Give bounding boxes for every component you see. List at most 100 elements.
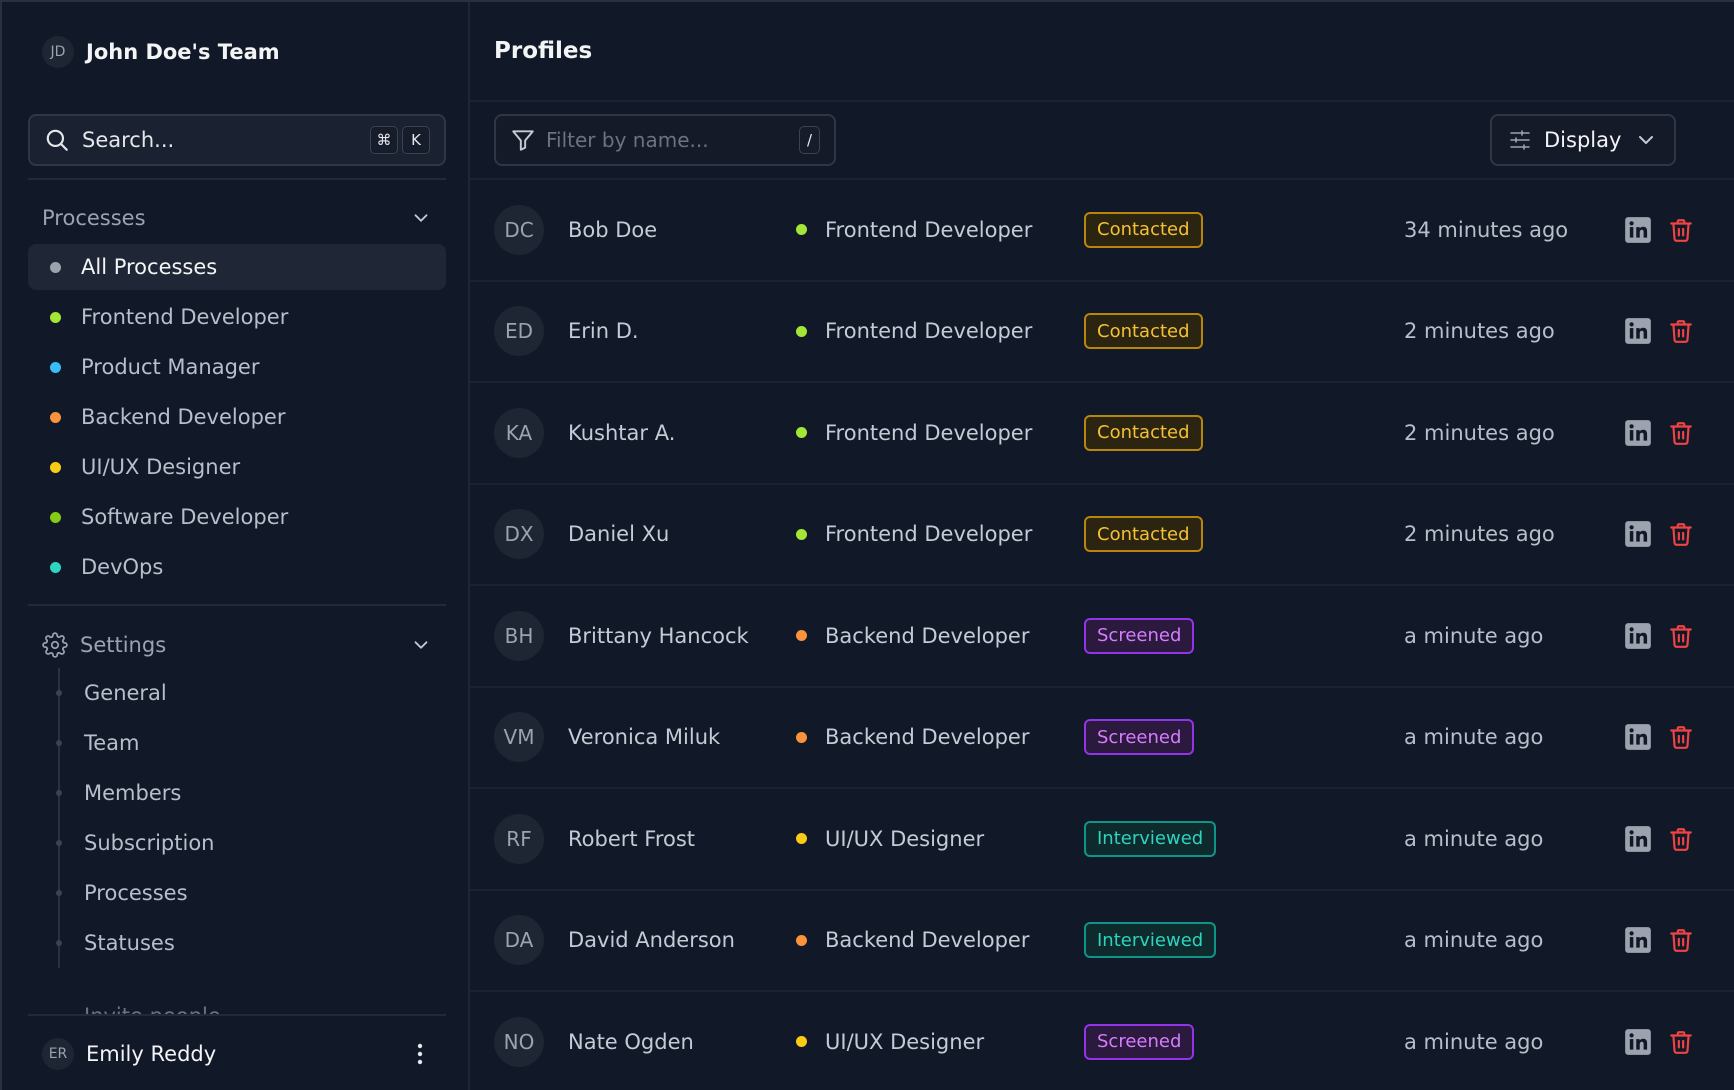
table-row[interactable]: DA David Anderson Backend Developer Intervi… [470, 891, 1734, 992]
filter-input[interactable] [546, 128, 795, 152]
table-row[interactable]: NO Nate Ogden UI/UX Designer Screened a minu… [470, 992, 1734, 1090]
sidebar-item-frontend-developer[interactable]: Frontend Developer [28, 294, 446, 340]
profile-name[interactable]: Brittany Hancock [568, 624, 749, 648]
trash-icon [1670, 421, 1692, 445]
user-menu[interactable]: ER Emily Reddy [42, 1038, 432, 1070]
timestamp: a minute ago [1404, 1029, 1544, 1054]
profile-name[interactable]: Erin D. [568, 319, 639, 343]
more-options-button[interactable] [408, 1042, 432, 1066]
table-row[interactable]: ED Erin D. Frontend Developer Contacted 2 mi… [470, 282, 1734, 383]
delete-button[interactable] [1668, 318, 1694, 344]
delete-button[interactable] [1668, 420, 1694, 446]
sidebar-item-devops[interactable]: DevOps [28, 544, 446, 590]
profile-name[interactable]: David Anderson [568, 928, 735, 952]
linkedin-button[interactable] [1624, 419, 1652, 447]
profile-name[interactable]: Veronica Miluk [568, 725, 720, 749]
app-window: JD John Doe's Team Search... ⌘ K Process… [0, 0, 1734, 1090]
sidebar: JD John Doe's Team Search... ⌘ K Process… [2, 2, 470, 1090]
shortcut-key-cmd: ⌘ [370, 126, 398, 154]
profile-name[interactable]: Robert Frost [568, 827, 695, 851]
linkedin-button[interactable] [1624, 926, 1652, 954]
team-switcher[interactable]: JD John Doe's Team [42, 36, 280, 68]
search-button[interactable]: Search... ⌘ K [28, 114, 446, 166]
chevron-down-icon [414, 214, 428, 222]
settings-item-members[interactable]: Members [56, 768, 438, 818]
trash-icon [1670, 320, 1692, 344]
delete-button[interactable] [1668, 521, 1694, 547]
process-dot [796, 224, 807, 236]
linkedin-button[interactable] [1624, 216, 1652, 244]
process-dot [796, 528, 807, 540]
table-row[interactable]: KA Kushtar A. Frontend Developer Contacted 2… [470, 383, 1734, 485]
search-label: Search... [82, 128, 175, 152]
process-dot [796, 630, 807, 642]
avatar: BH [494, 610, 544, 661]
user-name: Emily Reddy [86, 1042, 217, 1066]
table-row[interactable]: DX Daniel Xu Frontend Developer Contacted 2 … [470, 485, 1734, 586]
status-dot [50, 361, 61, 373]
gear-icon [42, 632, 68, 658]
timestamp: 34 minutes ago [1404, 217, 1569, 242]
linkedin-button[interactable] [1624, 723, 1652, 751]
table-row[interactable]: VM Veronica Miluk Backend Developer Screene… [470, 688, 1734, 789]
sidebar-item-label: Software Developer [81, 505, 289, 529]
avatar: DA [494, 915, 544, 966]
profile-process: Frontend Developer [796, 522, 1032, 546]
processes-section-header[interactable]: Processes [42, 206, 432, 230]
settings-section-header[interactable]: Settings [42, 632, 432, 658]
settings-item-processes[interactable]: Processes [56, 868, 438, 918]
table-row[interactable]: RF Robert Frost UI/UX Designer Interviewed a… [470, 789, 1734, 891]
sliders-icon [1510, 130, 1530, 150]
delete-button[interactable] [1668, 927, 1694, 953]
filter-field[interactable]: / [494, 114, 836, 166]
delete-button[interactable] [1668, 217, 1694, 243]
delete-button[interactable] [1668, 623, 1694, 649]
delete-button[interactable] [1668, 724, 1694, 750]
status-dot [50, 261, 61, 273]
page-title: Profiles [494, 38, 593, 64]
sidebar-item-ui-ux-designer[interactable]: UI/UX Designer [28, 444, 446, 490]
settings-item-general[interactable]: General [56, 668, 438, 718]
linkedin-icon [1625, 927, 1651, 954]
linkedin-icon [1625, 825, 1651, 852]
profile-process: Backend Developer [796, 928, 1029, 952]
sidebar-item-product-manager[interactable]: Product Manager [28, 344, 446, 390]
profile-name[interactable]: Bob Doe [568, 218, 657, 242]
user-avatar: ER [42, 1038, 74, 1070]
table-row[interactable]: DC Bob Doe Frontend Developer Contacted 34 m… [470, 180, 1734, 282]
settings-section-label: Settings [80, 633, 167, 657]
profile-name[interactable]: Kushtar A. [568, 421, 675, 445]
avatar: RF [494, 813, 544, 864]
delete-button[interactable] [1668, 1029, 1694, 1055]
delete-button[interactable] [1668, 826, 1694, 852]
profile-process: Backend Developer [796, 624, 1029, 648]
profile-name[interactable]: Nate Ogden [568, 1030, 694, 1054]
status-badge: Interviewed [1084, 820, 1217, 857]
status-badge: Interviewed [1084, 922, 1217, 959]
status-dot [50, 411, 61, 423]
process-dot [796, 731, 807, 743]
settings-item-label: Invite people [84, 1004, 446, 1014]
linkedin-button[interactable] [1624, 825, 1652, 853]
linkedin-icon [1625, 1028, 1651, 1055]
linkedin-button[interactable] [1624, 622, 1652, 650]
timestamp: 2 minutes ago [1404, 319, 1555, 344]
profile-name[interactable]: Daniel Xu [568, 522, 669, 546]
sidebar-item-all-processes[interactable]: All Processes [28, 244, 446, 290]
table-row[interactable]: BH Brittany Hancock Backend Developer Scree… [470, 586, 1734, 688]
divider [28, 178, 446, 180]
display-button[interactable]: Display [1490, 114, 1676, 166]
linkedin-button[interactable] [1624, 317, 1652, 345]
linkedin-button[interactable] [1624, 1028, 1652, 1056]
status-dot [50, 561, 61, 573]
settings-item-statuses[interactable]: Statuses [56, 918, 438, 968]
linkedin-button[interactable] [1624, 520, 1652, 548]
filter-shortcut-key: / [799, 126, 820, 154]
settings-item-team[interactable]: Team [56, 718, 438, 768]
settings-item-subscription[interactable]: Subscription [56, 818, 438, 868]
timestamp: a minute ago [1404, 928, 1544, 953]
process-label: Frontend Developer [825, 522, 1033, 547]
settings-item-invite-people[interactable]: Invite people [28, 994, 446, 1014]
sidebar-item-backend-developer[interactable]: Backend Developer [28, 394, 446, 440]
sidebar-item-software-developer[interactable]: Software Developer [28, 494, 446, 540]
